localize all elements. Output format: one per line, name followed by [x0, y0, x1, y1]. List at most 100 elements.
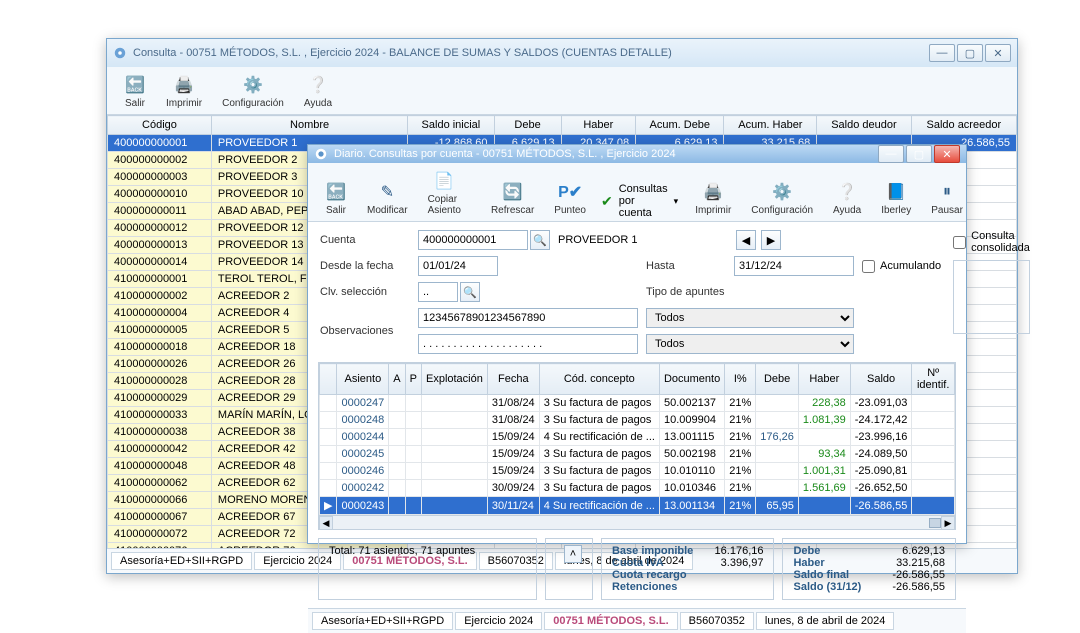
- help-button[interactable]: ❔Ayuda: [824, 178, 870, 219]
- win2-max-button[interactable]: ▢: [906, 145, 932, 163]
- hasta-input[interactable]: [734, 256, 854, 276]
- table-row[interactable]: ▶000024330/11/244 Su rectificación de ..…: [320, 497, 955, 515]
- chevron-up-icon: ˄: [570, 548, 576, 560]
- sums-panel: Debe6.629,13 Haber33.215,68 Saldo final-…: [782, 538, 956, 600]
- table-row[interactable]: 000024731/08/243 Su factura de pagos50.0…: [320, 395, 955, 412]
- copy-entry-button[interactable]: 📄Copiar Asiento: [419, 167, 470, 219]
- scroll-left-icon[interactable]: ◀: [319, 516, 333, 530]
- consolidada-check[interactable]: Consulta consolidada: [953, 230, 1030, 254]
- desde-input[interactable]: [418, 256, 498, 276]
- config-button[interactable]: ⚙️Configuración: [742, 178, 822, 219]
- exit-button[interactable]: 🔙Salir: [316, 178, 356, 219]
- summary-panels: Total: 71 asientos, 71 apuntes ˄ Base im…: [318, 538, 956, 600]
- search-icon: 🔍: [533, 234, 547, 247]
- table-row[interactable]: 000024831/08/243 Su factura de pagos10.0…: [320, 412, 955, 429]
- punteo-button[interactable]: P✔Punteo: [545, 178, 595, 219]
- book-icon: 📘: [885, 181, 907, 203]
- view-combo[interactable]: ✔ Consultas por cuenta ▾: [597, 183, 682, 219]
- col-header[interactable]: A: [389, 364, 405, 395]
- iberley-button[interactable]: 📘Iberley: [872, 178, 920, 219]
- clvsel-input[interactable]: [418, 282, 458, 302]
- check-p-icon: P✔: [559, 181, 581, 203]
- col-header[interactable]: Fecha: [487, 364, 539, 395]
- win2-title: Diario. Consultas por cuenta - 00751 MÉT…: [334, 148, 676, 160]
- table-row[interactable]: 000024515/09/243 Su factura de pagos50.0…: [320, 446, 955, 463]
- obs-input-2[interactable]: [418, 334, 638, 354]
- cuenta-lookup-button[interactable]: 🔍: [530, 230, 550, 250]
- totals-text: Total: 71 asientos, 71 apuntes: [329, 545, 475, 557]
- scroll-up-button[interactable]: ˄: [564, 545, 582, 563]
- help-icon: ❔: [836, 181, 858, 203]
- win1-print-button[interactable]: 🖨️Imprimir: [157, 71, 211, 112]
- col-header[interactable]: Acum. Haber: [724, 116, 817, 135]
- cuenta-input[interactable]: [418, 230, 528, 250]
- win1-toolbar: 🔙Salir 🖨️Imprimir ⚙️Configuración ❔Ayuda: [107, 67, 1017, 115]
- col-header[interactable]: Nº identif.: [912, 364, 955, 395]
- win2-min-button[interactable]: —: [878, 145, 904, 163]
- edit-button[interactable]: ✎Modificar: [358, 178, 417, 219]
- col-header[interactable]: Explotación: [421, 364, 487, 395]
- col-header[interactable]: Debe: [756, 364, 799, 395]
- col-header[interactable]: Saldo inicial: [408, 116, 494, 135]
- col-header[interactable]: Cód. concepto: [539, 364, 659, 395]
- filter-form: Cuenta 🔍 PROVEEDOR 1 ◀ ▶ Desde la fecha …: [308, 222, 953, 362]
- col-header[interactable]: Documento: [659, 364, 724, 395]
- grid-scrollbar[interactable]: ◀ ▶: [319, 515, 955, 529]
- clvsel-lookup-button[interactable]: 🔍: [460, 282, 480, 302]
- gear-icon: ⚙️: [771, 181, 793, 203]
- col-header[interactable]: Haber: [561, 116, 635, 135]
- col-header[interactable]: I%: [725, 364, 756, 395]
- print-button[interactable]: 🖨️Imprimir: [686, 178, 740, 219]
- scroll-thumb[interactable]: [929, 518, 941, 528]
- obs-input-1[interactable]: [418, 308, 638, 328]
- acumulando-check[interactable]: Acumulando: [862, 260, 941, 273]
- col-header[interactable]: Acum. Debe: [636, 116, 724, 135]
- refresh-button[interactable]: 🔄Refrescar: [482, 178, 543, 219]
- next-account-button[interactable]: ▶: [761, 230, 781, 250]
- col-header[interactable]: Código: [108, 116, 212, 135]
- chevron-down-icon: ▾: [674, 196, 679, 207]
- win1-exit-button[interactable]: 🔙Salir: [115, 71, 155, 112]
- win2-titlebar[interactable]: Diario. Consultas por cuenta - 00751 MÉT…: [308, 145, 966, 163]
- win1-titlebar[interactable]: Consulta - 00751 MÉTODOS, S.L. , Ejercic…: [107, 39, 1017, 67]
- win1-config-button[interactable]: ⚙️Configuración: [213, 71, 293, 112]
- apuntes-grid[interactable]: AsientoAPExplotaciónFechaCód. conceptoDo…: [318, 362, 956, 530]
- col-header[interactable]: Nombre: [211, 116, 407, 135]
- tipo-select-1[interactable]: Todos: [646, 308, 854, 328]
- printer-icon: 🖨️: [173, 74, 195, 96]
- app-icon: [314, 147, 328, 161]
- status-cell: Ejercicio 2024: [455, 612, 542, 630]
- col-header[interactable]: Debe: [494, 116, 561, 135]
- win1-max-button[interactable]: ▢: [957, 44, 983, 62]
- table-row[interactable]: 000024615/09/243 Su factura de pagos10.0…: [320, 463, 955, 480]
- obs-label: Observaciones: [320, 325, 410, 337]
- edit-icon: ✎: [376, 181, 398, 203]
- gear-icon: ⚙️: [242, 74, 264, 96]
- scroll-right-icon[interactable]: ▶: [941, 516, 955, 530]
- view-combo-label: Consultas por cuenta: [619, 183, 668, 219]
- table-row[interactable]: 000024230/09/243 Su factura de pagos10.0…: [320, 480, 955, 497]
- table-row[interactable]: 000024415/09/244 Su rectificación de ...…: [320, 429, 955, 446]
- win1-help-button[interactable]: ❔Ayuda: [295, 71, 341, 112]
- tipo-select-2[interactable]: Todos: [646, 334, 854, 354]
- col-header[interactable]: P: [405, 364, 421, 395]
- col-header[interactable]: Haber: [798, 364, 850, 395]
- tipo-label: Tipo de apuntes: [646, 286, 854, 298]
- door-exit-icon: 🔙: [325, 181, 347, 203]
- col-header[interactable]: [320, 364, 337, 395]
- diario-window: Diario. Consultas por cuenta - 00751 MÉT…: [307, 144, 967, 544]
- help-icon: ❔: [307, 74, 329, 96]
- totals-panel: Total: 71 asientos, 71 apuntes: [318, 538, 537, 600]
- win1-min-button[interactable]: —: [929, 44, 955, 62]
- prev-account-button[interactable]: ◀: [736, 230, 756, 250]
- col-header[interactable]: Saldo acreedor: [911, 116, 1016, 135]
- win2-close-button[interactable]: ✕: [934, 145, 960, 163]
- win1-close-button[interactable]: ✕: [985, 44, 1011, 62]
- col-header[interactable]: Saldo deudor: [817, 116, 911, 135]
- col-header[interactable]: Asiento: [337, 364, 389, 395]
- col-header[interactable]: Saldo: [850, 364, 912, 395]
- search-icon: 🔍: [463, 286, 477, 299]
- pause-button[interactable]: ⏸Pausar: [922, 178, 972, 219]
- notes-box[interactable]: [953, 260, 1030, 334]
- status-cell: lunes, 8 de abril de 2024: [756, 612, 894, 630]
